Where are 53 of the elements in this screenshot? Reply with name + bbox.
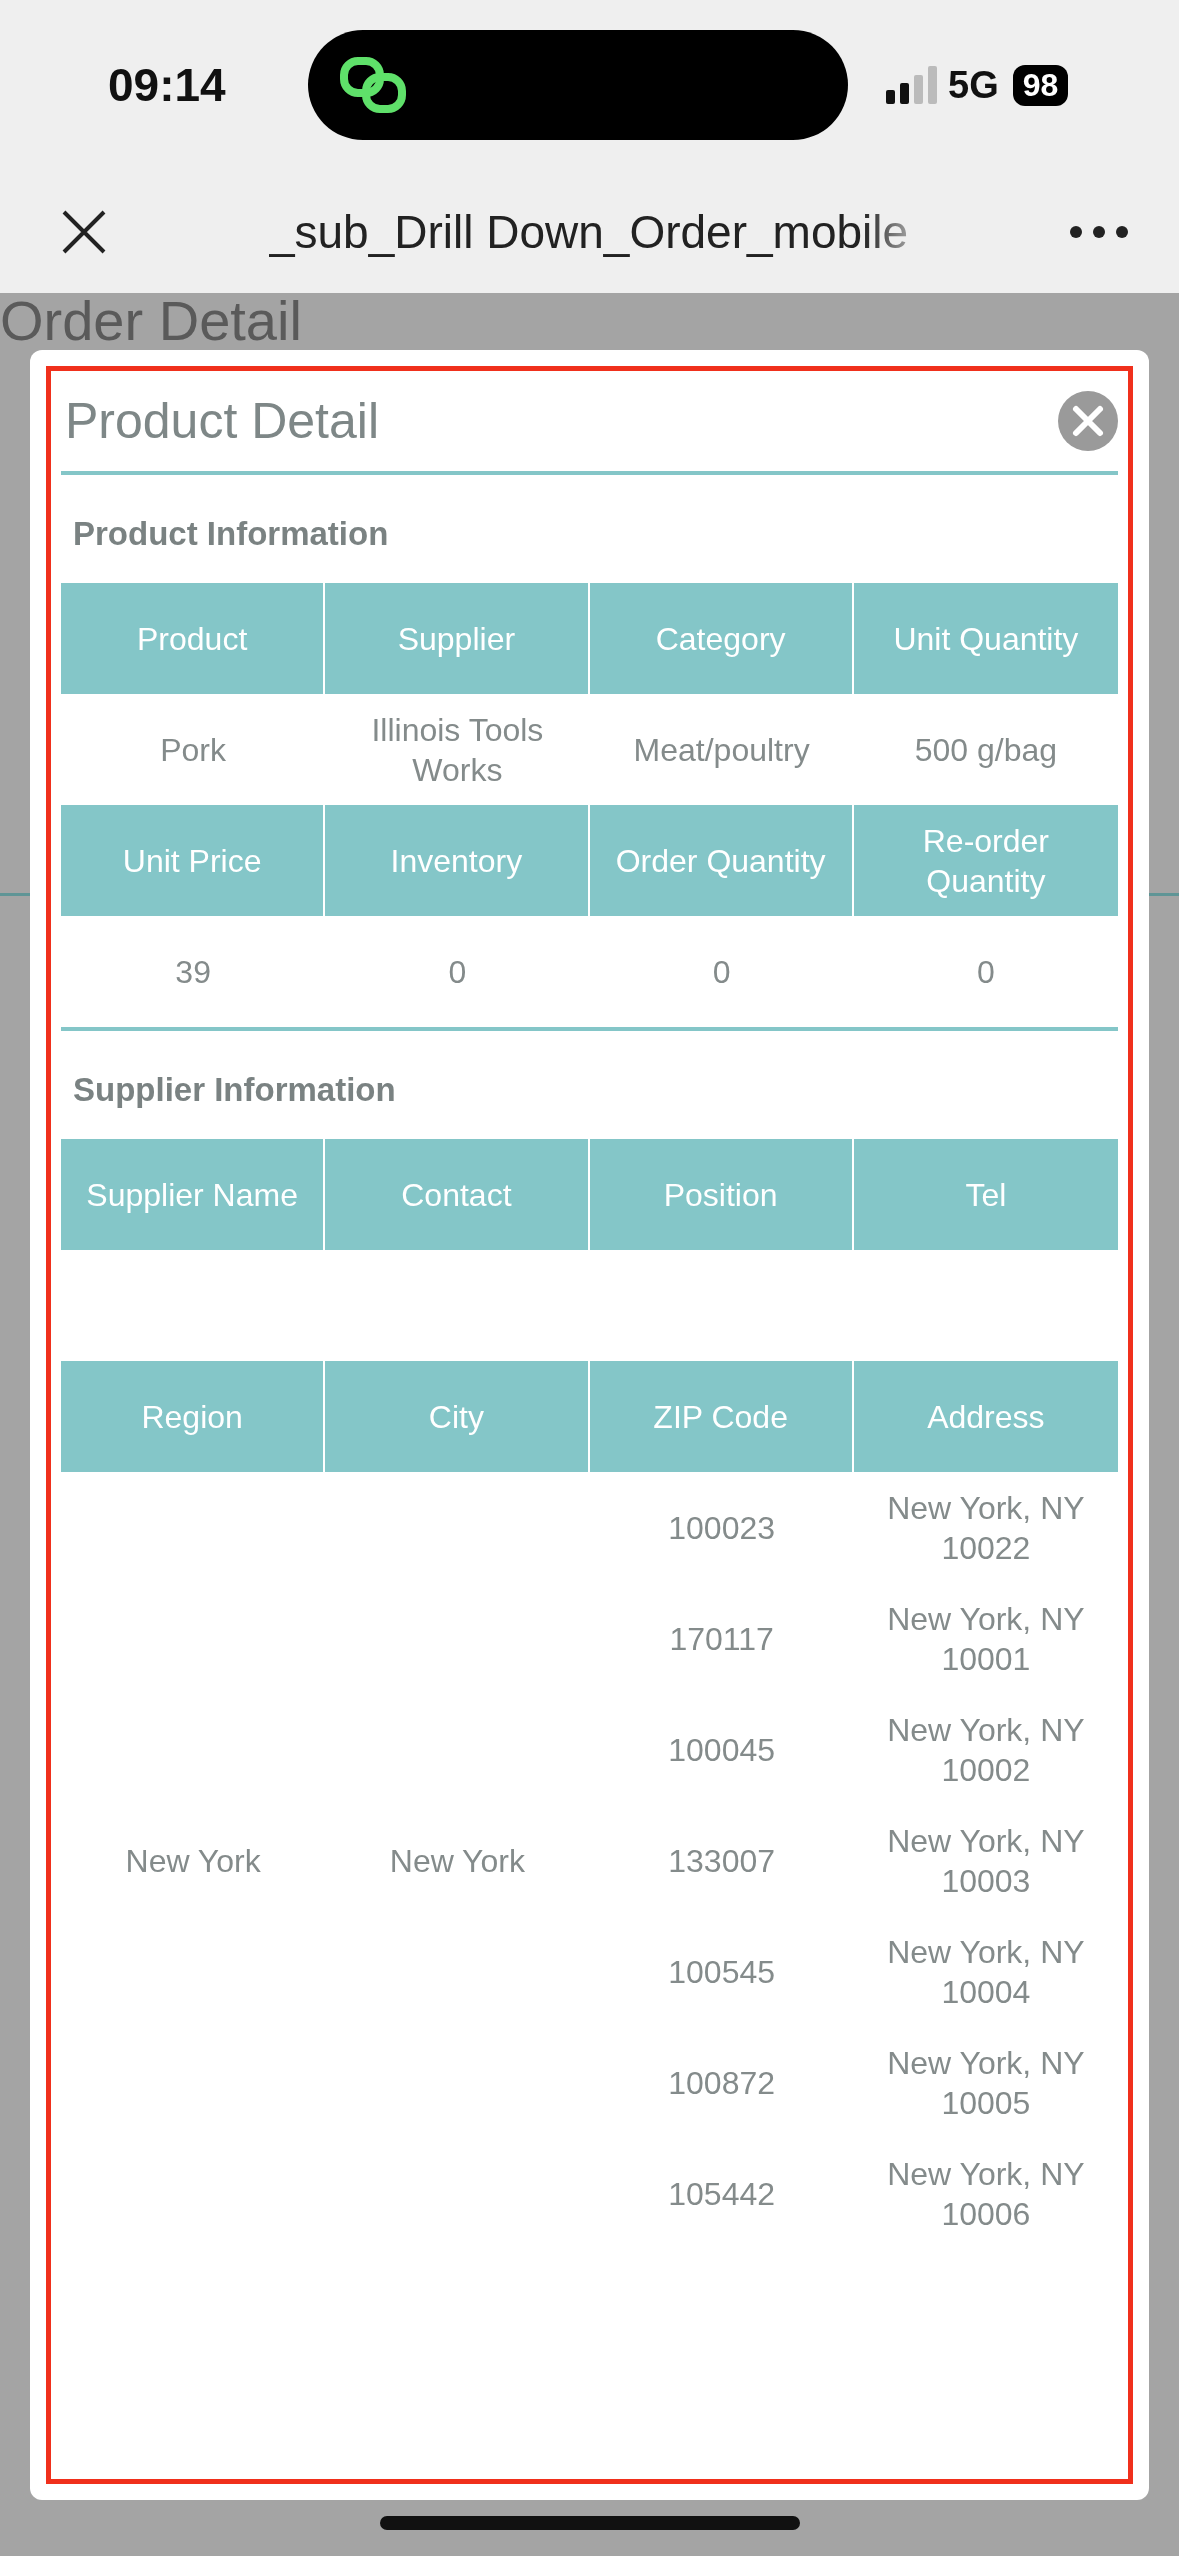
column-header: Unit Quantity bbox=[853, 583, 1118, 694]
column-header: Unit Price bbox=[61, 805, 326, 916]
table-cell-text: 100023 bbox=[667, 1508, 776, 1548]
column-header: Order Quantity bbox=[589, 805, 854, 916]
battery-indicator: 98 bbox=[1012, 64, 1069, 106]
section-title: Supplier Information bbox=[72, 1070, 397, 1110]
column-header: Supplier bbox=[325, 583, 590, 694]
table-cell-text: Pork bbox=[159, 730, 227, 770]
link-icon bbox=[338, 55, 408, 115]
column-header: Inventory bbox=[325, 805, 590, 916]
column-header: Category bbox=[589, 583, 854, 694]
column-header: Product bbox=[61, 583, 326, 694]
table-cell-text: New York bbox=[388, 1841, 526, 1881]
table-cell-text: 100045 bbox=[667, 1730, 776, 1770]
table-cell-text: 133007 bbox=[667, 1841, 776, 1881]
column-header: Position bbox=[589, 1139, 854, 1250]
network-label: 5G bbox=[948, 63, 999, 107]
table-cell-text: 100545 bbox=[667, 1952, 776, 1992]
table-cell-text: Illinois Tools Works bbox=[370, 710, 545, 790]
table-cell-text: Meat/poultry bbox=[632, 730, 811, 770]
table-cell-text: New York bbox=[124, 1841, 262, 1881]
table-cell-text: New York, NY 10003 bbox=[886, 1821, 1086, 1901]
column-header: Contact bbox=[325, 1139, 590, 1250]
dialog-title: Product Detail bbox=[65, 392, 380, 450]
table-cell-text: 0 bbox=[711, 952, 732, 992]
table-cell-text: 500 g/bag bbox=[913, 730, 1059, 770]
table-cell-text: New York, NY 10001 bbox=[886, 1599, 1086, 1679]
table-cell-text: 170117 bbox=[668, 1619, 775, 1659]
table-cell-text: New York, NY 10005 bbox=[886, 2043, 1086, 2123]
table-cell-text: New York, NY 10022 bbox=[886, 1488, 1086, 1568]
signal-icon bbox=[886, 66, 938, 104]
column-header: Region bbox=[61, 1361, 326, 1472]
table-cell-text: 39 bbox=[174, 952, 212, 992]
table-cell-text: New York, NY 10006 bbox=[886, 2154, 1086, 2234]
page-title: _sub_Drill Down_Order_mobile bbox=[268, 204, 909, 259]
table-cell-text: 100872 bbox=[667, 2063, 776, 2103]
table-cell-text: 0 bbox=[975, 952, 996, 992]
table-cell-text: New York, NY 10004 bbox=[886, 1932, 1086, 2012]
column-header: City bbox=[325, 1361, 590, 1472]
column-header: ZIP Code bbox=[589, 1361, 854, 1472]
column-header: Supplier Name bbox=[61, 1139, 326, 1250]
table-cell-text: New York, NY 10002 bbox=[886, 1710, 1086, 1790]
table-cell-text: 0 bbox=[447, 952, 468, 992]
section-title: Product Information bbox=[72, 514, 390, 554]
column-header: Address bbox=[853, 1361, 1118, 1472]
more-icon bbox=[1069, 224, 1129, 239]
clock-time: 09:14 bbox=[108, 58, 227, 112]
column-header: Re-order Quantity bbox=[853, 805, 1118, 916]
more-button[interactable] bbox=[1069, 224, 1129, 239]
column-header: Tel bbox=[853, 1139, 1118, 1250]
table-cell-text: 105442 bbox=[667, 2174, 776, 2214]
page-heading: Order Detail bbox=[0, 293, 302, 349]
close-icon bbox=[1070, 403, 1106, 439]
